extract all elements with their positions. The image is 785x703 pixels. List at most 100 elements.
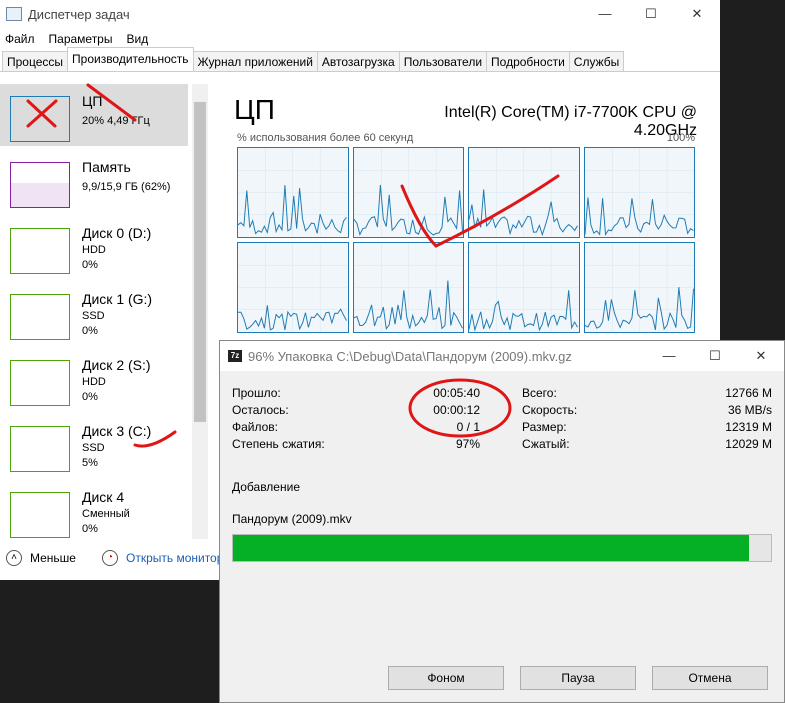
mini-graph: [10, 426, 70, 472]
sidebar-scrollbar[interactable]: [192, 84, 208, 539]
scroll-thumb[interactable]: [194, 102, 206, 422]
progress-bar: [232, 534, 772, 562]
tab-bar: Процессы Производительность Журнал прило…: [0, 47, 720, 72]
pause-button[interactable]: Пауза: [520, 666, 636, 690]
stat-label: Сжатый:: [522, 437, 570, 451]
background-button[interactable]: Фоном: [388, 666, 504, 690]
dialog-title-bar: 7z 96% Упаковка C:\Debug\Data\Пандорум (…: [220, 341, 784, 371]
item-name: ЦП: [82, 93, 103, 109]
minimize-button[interactable]: —: [646, 348, 692, 364]
item-usage: 5%: [82, 457, 98, 469]
7zip-icon: 7z: [228, 350, 242, 362]
cpu-core-graph: [352, 242, 464, 334]
current-file: Пандорум (2009).mkv: [232, 512, 352, 526]
mini-graph: [10, 228, 70, 274]
item-detail: 20% 4,49 ГГц: [82, 115, 150, 127]
cpu-core-graph: [352, 147, 464, 239]
cancel-button[interactable]: Отмена: [652, 666, 768, 690]
cpu-usage-line: [468, 290, 578, 332]
minimize-button[interactable]: —: [582, 6, 628, 22]
cpu-usage-line: [238, 305, 347, 331]
item-detail: HDD: [82, 376, 106, 388]
item-detail: SSD: [82, 442, 105, 454]
stat-label: Размер:: [522, 420, 567, 434]
cpu-model: Intel(R) Core(TM) i7-7700K CPU @ 4.20GHz: [444, 104, 697, 139]
stat-value: 12319 M: [725, 420, 772, 434]
item-name: Диск 1 (G:): [82, 291, 153, 307]
maximize-button[interactable]: ☐: [692, 348, 738, 364]
stat-label: Прошло:: [232, 386, 281, 400]
mini-graph: [10, 492, 70, 538]
item-name: Диск 3 (C:): [82, 423, 152, 439]
dialog-title: 96% Упаковка C:\Debug\Data\Пандорум (200…: [248, 348, 572, 364]
item-detail: SSD: [82, 310, 105, 322]
maximize-button[interactable]: ☐: [628, 6, 674, 22]
mini-graph: [10, 96, 70, 142]
cpu-usage-line: [468, 189, 578, 237]
stat-label: Скорость:: [522, 403, 578, 417]
sidebar-item[interactable]: ЦП 20% 4,49 ГГц: [0, 84, 188, 146]
cpu-core-graph: [237, 242, 349, 334]
tab-users[interactable]: Пользователи: [398, 51, 488, 71]
item-detail: 9,9/15,9 ГБ (62%): [82, 181, 171, 193]
cpu-core-graphs: [237, 147, 695, 334]
close-button[interactable]: ✕: [738, 348, 784, 364]
stat-label: Осталось:: [232, 403, 289, 417]
action-label: Добавление: [232, 480, 300, 494]
menu-options[interactable]: Параметры: [49, 32, 113, 46]
fewer-details-link[interactable]: Меньше: [30, 551, 76, 565]
tab-performance[interactable]: Производительность: [67, 47, 194, 71]
cpu-core-graph: [583, 147, 695, 239]
menu-view[interactable]: Вид: [126, 32, 148, 46]
item-usage: 0%: [82, 391, 98, 403]
item-detail: Сменный: [82, 508, 130, 520]
item-name: Диск 2 (S:): [82, 357, 151, 373]
item-name: Память: [82, 159, 131, 175]
item-detail: HDD: [82, 244, 106, 256]
tab-processes[interactable]: Процессы: [2, 51, 69, 71]
resource-monitor-icon: ◔: [101, 550, 118, 566]
progress-fill: [233, 535, 750, 561]
sidebar-item[interactable]: Диск 0 (D:) HDD 0%: [0, 216, 188, 278]
item-usage: 0%: [82, 325, 98, 337]
stat-label: Всего:: [522, 386, 557, 400]
item-name: Диск 4: [82, 489, 125, 505]
mini-graph: [10, 360, 70, 406]
stat-label: Степень сжатия:: [232, 437, 325, 451]
item-usage: 0%: [82, 523, 98, 535]
sidebar-item[interactable]: Диск 3 (C:) SSD 5%: [0, 414, 188, 476]
resource-sidebar: Диск 4 Сменный 0% Диск 3 (C:) SSD 5% Дис…: [0, 84, 208, 539]
tab-details[interactable]: Подробности: [486, 51, 570, 71]
usage-max: 100%: [666, 132, 695, 144]
sidebar-item[interactable]: Диск 2 (S:) HDD 0%: [0, 348, 188, 410]
stat-value: 00:05:40: [433, 386, 480, 400]
tab-startup[interactable]: Автозагрузка: [316, 51, 400, 71]
usage-label: % использования более 60 секунд: [237, 132, 414, 144]
title-bar: Диспетчер задач — ☐ ✕: [0, 0, 720, 28]
sidebar-item[interactable]: Память 9,9/15,9 ГБ (62%): [0, 150, 188, 212]
cpu-usage-line: [353, 280, 463, 331]
panel-title: ЦП: [234, 94, 275, 125]
tab-app-history[interactable]: Журнал приложений: [192, 51, 318, 71]
mini-graph: [10, 294, 70, 340]
item-usage: 0%: [82, 259, 98, 271]
7zip-progress-dialog: 7z 96% Упаковка C:\Debug\Data\Пандорум (…: [219, 340, 785, 703]
cpu-core-graph: [468, 242, 580, 334]
tab-services[interactable]: Службы: [568, 51, 625, 71]
stat-value: 00:00:12: [433, 403, 480, 417]
cpu-core-graph: [468, 147, 580, 239]
stat-value: 12029 M: [725, 437, 772, 451]
menu-file[interactable]: Файл: [5, 32, 35, 46]
chevron-up-icon[interactable]: ˄: [6, 550, 22, 566]
sidebar-item[interactable]: Диск 1 (G:) SSD 0%: [0, 282, 188, 344]
cpu-usage-line: [584, 287, 694, 331]
stat-value: 0 / 1: [456, 420, 480, 434]
stat-label: Файлов:: [232, 420, 279, 434]
task-manager-icon: [6, 7, 22, 21]
cpu-usage-line: [584, 197, 694, 236]
cpu-core-graph: [237, 147, 349, 239]
sidebar-item[interactable]: Диск 4 Сменный 0%: [0, 480, 188, 542]
close-button[interactable]: ✕: [674, 6, 720, 22]
stat-value: 12766 M: [725, 386, 772, 400]
item-name: Диск 0 (D:): [82, 225, 152, 241]
